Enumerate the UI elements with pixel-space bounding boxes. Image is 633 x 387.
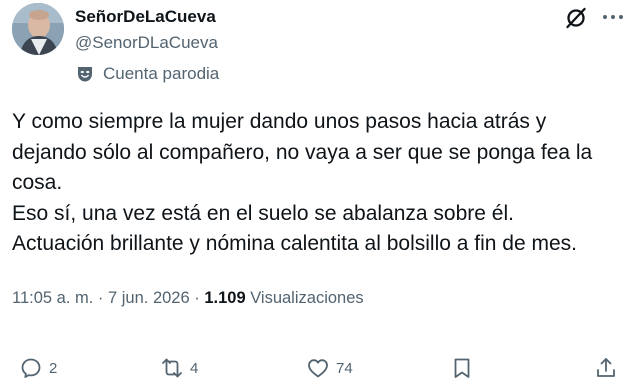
bookmark-icon (454, 358, 470, 378)
views-count: 1.109 (204, 289, 246, 307)
mask-icon (78, 67, 92, 82)
post-text: Y como siempre la mujer dando unos pasos… (12, 107, 627, 260)
author-name[interactable]: SeñorDeLaCueva (75, 7, 216, 27)
parody-badge: Cuenta parodia (75, 63, 219, 85)
post-line: dejando sólo al compañero, no vaya a ser… (12, 140, 593, 164)
post-line: Eso sí, una vez está en el suelo se abal… (12, 201, 514, 225)
post-line: cosa. (12, 171, 63, 194)
heart-icon (308, 359, 328, 378)
reply-count: 2 (49, 359, 58, 377)
share-icon (597, 358, 615, 377)
meta-separator: · (93, 289, 108, 307)
repost-icon (162, 358, 182, 378)
post-time[interactable]: 11:05 a. m. (12, 289, 93, 307)
meta-separator: · (189, 289, 205, 307)
avatar[interactable] (12, 3, 64, 55)
post-line: Actuación brillante y nómina calentita a… (12, 232, 577, 255)
post-meta: 11:05 a. m. · 7 jun. 2026 · 1.109 Visual… (12, 289, 364, 308)
bookmark-button[interactable] (450, 352, 474, 384)
repost-count: 4 (190, 359, 199, 377)
more-icon[interactable] (602, 12, 624, 22)
post-date[interactable]: 7 jun. 2026 (108, 289, 190, 307)
grok-icon[interactable] (563, 5, 589, 31)
post-line: Y como siempre la mujer dando unos pasos… (12, 110, 547, 133)
share-button[interactable] (594, 352, 618, 384)
views-label: Visualizaciones (245, 289, 364, 307)
author-handle[interactable]: @SenorDLaCueva (75, 33, 218, 53)
repost-button[interactable]: 4 (160, 352, 198, 384)
reply-icon (21, 358, 41, 378)
parody-label: Cuenta parodia (103, 64, 220, 83)
action-bar: 2 4 74 (0, 352, 633, 384)
reply-button[interactable]: 2 (19, 352, 57, 384)
like-button[interactable]: 74 (306, 352, 353, 384)
like-count: 74 (336, 359, 353, 377)
